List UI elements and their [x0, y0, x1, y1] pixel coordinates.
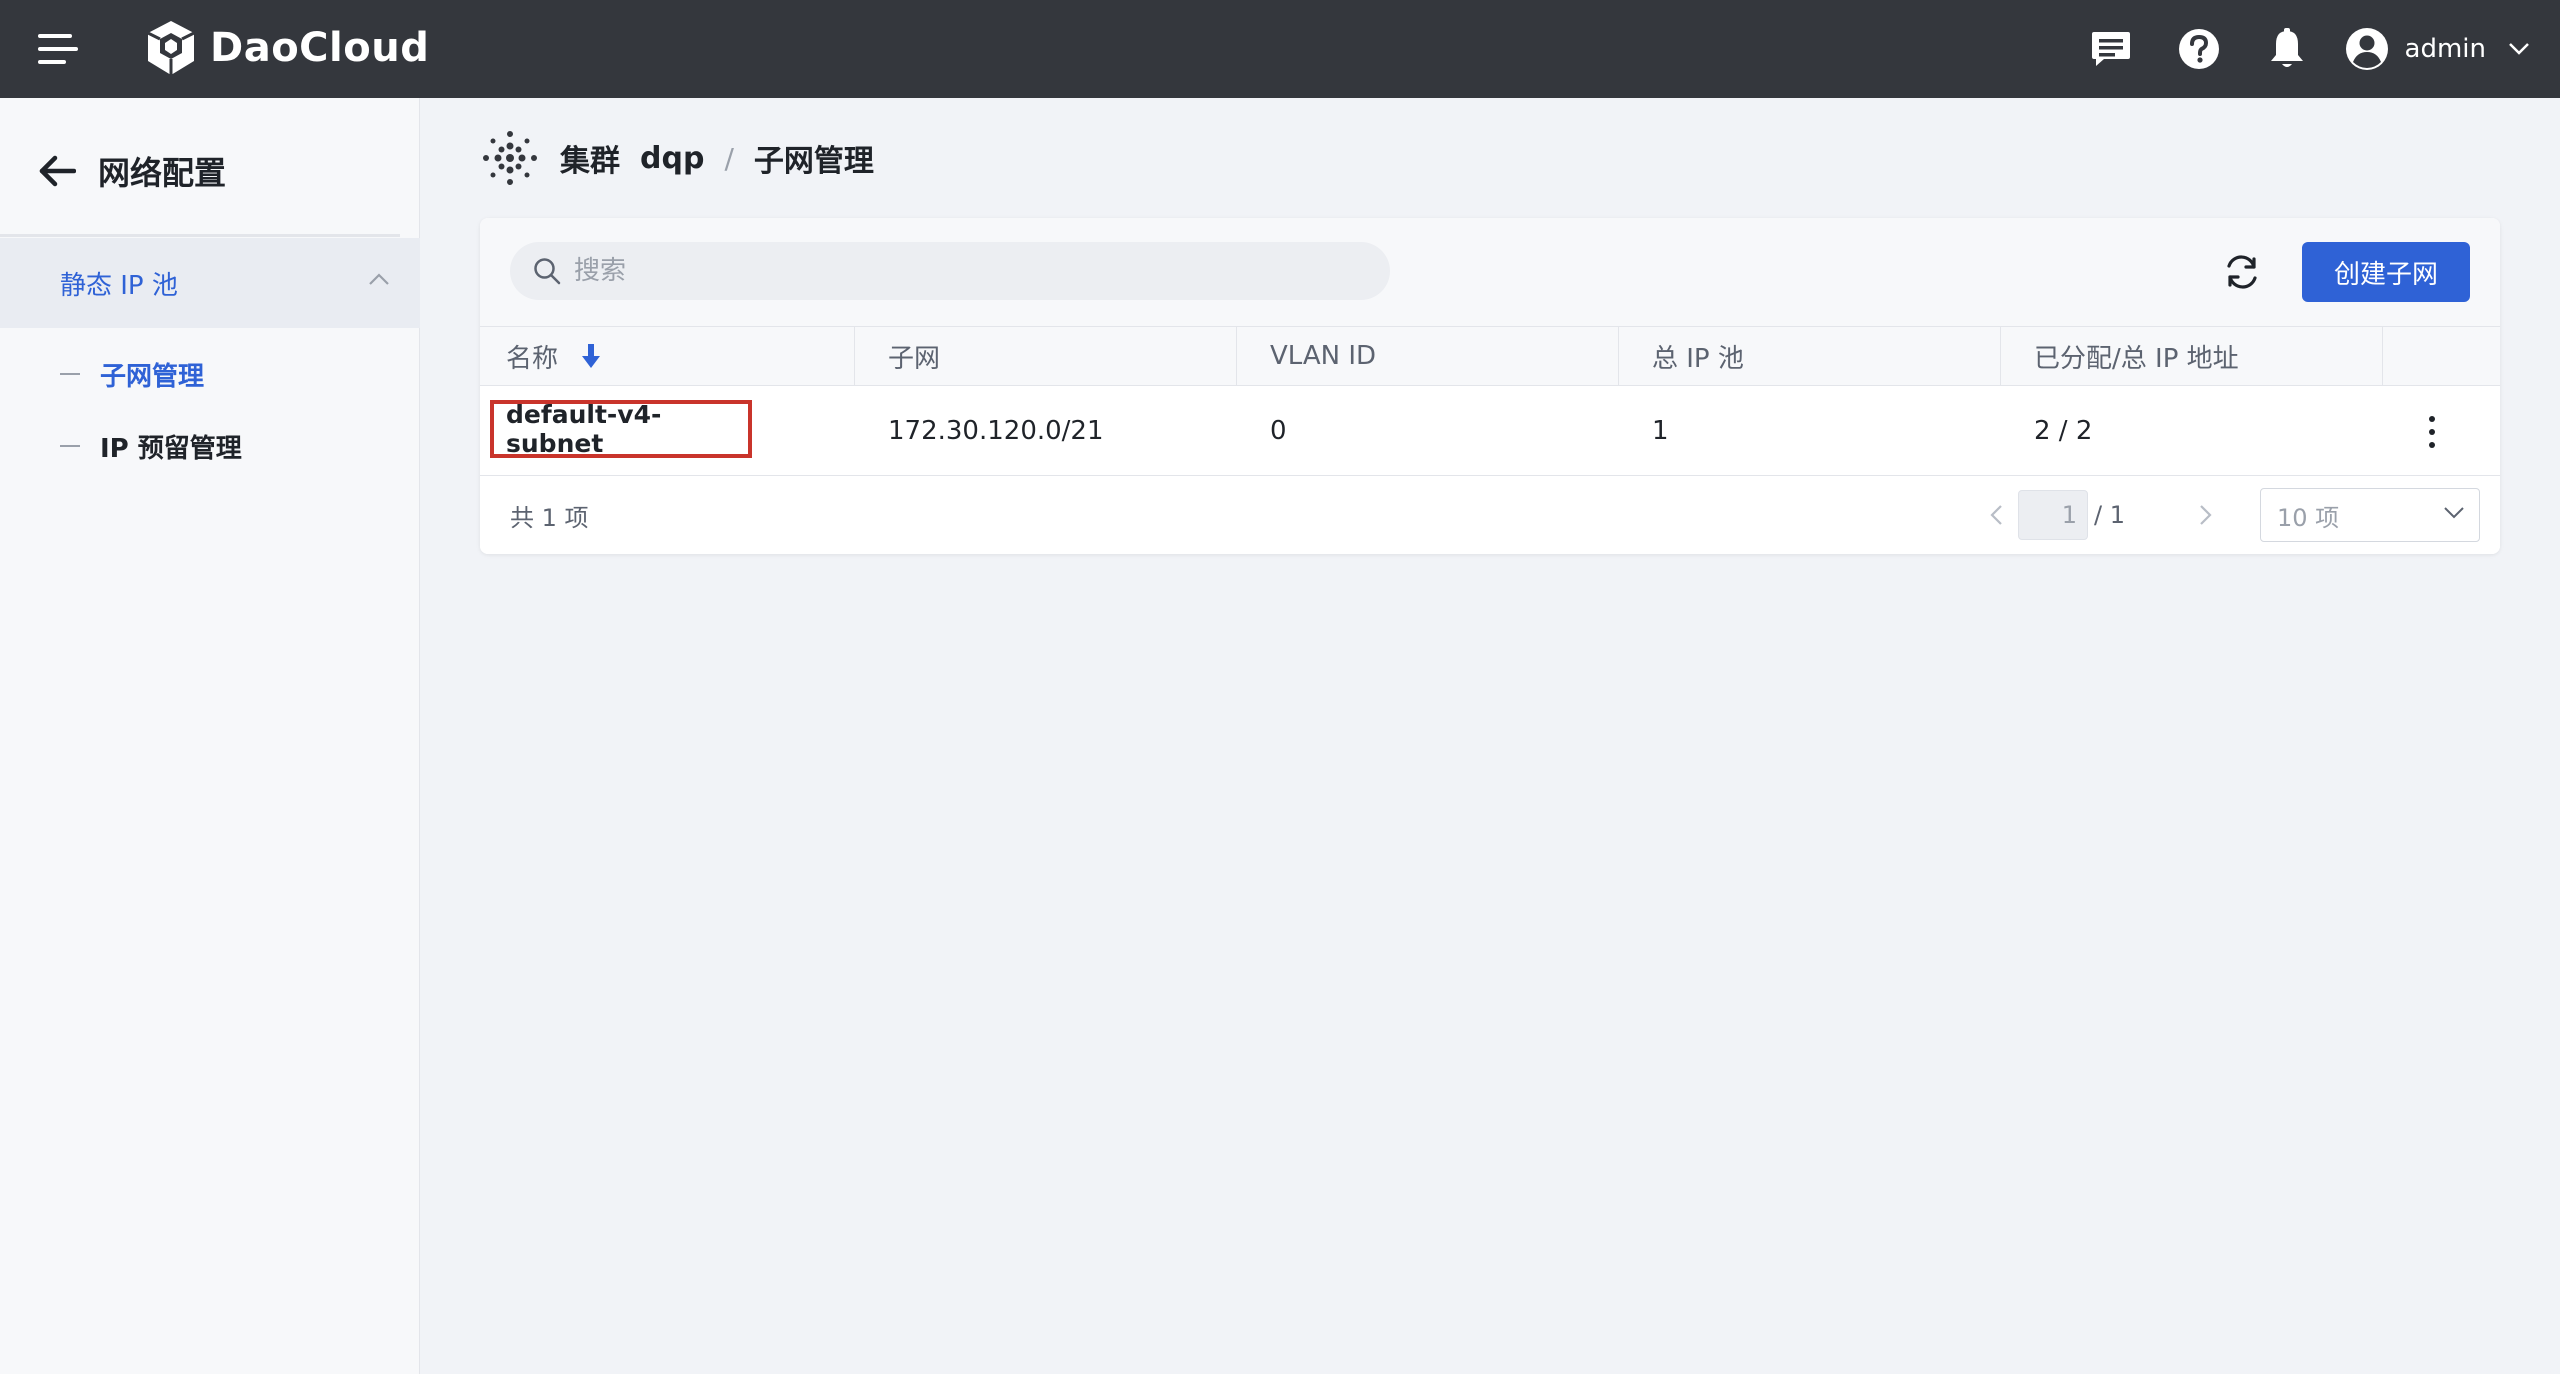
- column-header-name[interactable]: 名称: [506, 327, 602, 385]
- breadcrumb-current-page: 子网管理: [753, 144, 874, 179]
- sidebar-item-label: IP 预留管理: [100, 433, 242, 464]
- brand-name: DaoCloud: [210, 25, 430, 71]
- sidebar: 网络配置 静态 IP 池 子网管理 IP 预留管理: [0, 98, 420, 1374]
- page-total: / 1: [2094, 501, 2125, 529]
- sidebar-title: 网络配置: [98, 154, 227, 192]
- avatar-icon: [2345, 28, 2388, 70]
- column-header-allocated: 已分配/总 IP 地址: [2034, 343, 2239, 374]
- column-divider: [2382, 327, 2383, 385]
- column-divider: [1618, 327, 1619, 385]
- search-input[interactable]: [574, 256, 1354, 286]
- cell-vlan-id: 0: [1270, 416, 1287, 446]
- page-size-select[interactable]: 10 项: [2260, 488, 2480, 542]
- help-icon[interactable]: [2175, 25, 2223, 73]
- breadcrumb-cluster-label: 集群: [560, 144, 620, 179]
- arrow-left-icon: [39, 155, 76, 187]
- menu-icon[interactable]: [38, 34, 78, 64]
- breadcrumb-cluster-name[interactable]: dqp: [640, 141, 704, 176]
- bell-icon[interactable]: [2263, 25, 2311, 73]
- breadcrumb-separator: /: [724, 141, 734, 175]
- chevron-left-icon[interactable]: [1984, 502, 2010, 528]
- sidebar-divider: [0, 234, 400, 237]
- chevron-down-icon: [2444, 507, 2464, 519]
- more-actions-icon[interactable]: [2420, 412, 2444, 452]
- user-name: admin: [2404, 34, 2486, 64]
- table-header: 名称 子网 VLAN ID 总 IP 池 已分配/总 IP 地址: [480, 326, 2500, 386]
- subnet-name-link[interactable]: default-v4-subnet: [490, 400, 752, 458]
- sort-arrow-down-icon[interactable]: [580, 342, 602, 370]
- chevron-right-icon[interactable]: [2192, 502, 2218, 528]
- search-box[interactable]: [510, 242, 1390, 300]
- search-icon: [534, 258, 561, 285]
- column-header-subnet: 子网: [888, 343, 941, 374]
- pagination: / 1 10 项: [480, 476, 2500, 554]
- subnet-table-card: 创建子网 名称 子网 VLAN ID 总 IP 池 已分配/总 IP 地址 de…: [480, 218, 2500, 554]
- cell-allocated: 2 / 2: [2034, 416, 2093, 446]
- cell-ip-pools: 1: [1652, 416, 1669, 446]
- top-navbar: DaoCloud admin: [0, 0, 2560, 98]
- column-divider: [1236, 327, 1237, 385]
- user-menu[interactable]: admin: [2345, 27, 2530, 71]
- column-header-ip-pools: 总 IP 池: [1652, 343, 1744, 374]
- logo[interactable]: DaoCloud: [144, 18, 429, 78]
- back-button[interactable]: 网络配置: [38, 148, 226, 194]
- dash-icon: [60, 445, 80, 447]
- sidebar-group-static-ip-pool[interactable]: 静态 IP 池: [0, 238, 420, 328]
- cell-subnet: 172.30.120.0/21: [888, 416, 1104, 446]
- create-subnet-button[interactable]: 创建子网: [2302, 242, 2470, 302]
- sidebar-item-subnet-management[interactable]: 子网管理: [0, 344, 420, 404]
- refresh-icon: [2227, 255, 2257, 289]
- table-row: default-v4-subnet 172.30.120.0/21 0 1 2 …: [480, 386, 2500, 476]
- sidebar-item-ip-reservation[interactable]: IP 预留管理: [0, 416, 420, 476]
- column-divider: [854, 327, 855, 385]
- table-footer: 共 1 项 / 1 10 项: [480, 476, 2500, 554]
- breadcrumb: 集群 dqp / 子网管理: [482, 128, 874, 188]
- table-toolbar: 创建子网: [480, 218, 2500, 326]
- sidebar-group-label: 静态 IP 池: [60, 270, 178, 301]
- page-size-value: 10 项: [2277, 503, 2340, 532]
- dash-icon: [60, 373, 80, 375]
- column-divider: [2000, 327, 2001, 385]
- daocloud-logo-icon: [147, 21, 195, 75]
- sidebar-item-label: 子网管理: [100, 361, 205, 392]
- message-icon[interactable]: [2087, 25, 2135, 73]
- page-number-input[interactable]: [2018, 490, 2088, 540]
- chevron-down-icon: [2509, 43, 2529, 55]
- cluster-icon: [483, 131, 537, 185]
- chevron-up-icon: [369, 273, 389, 285]
- refresh-button[interactable]: [2220, 250, 2264, 294]
- column-header-vlan-id: VLAN ID: [1270, 341, 1377, 371]
